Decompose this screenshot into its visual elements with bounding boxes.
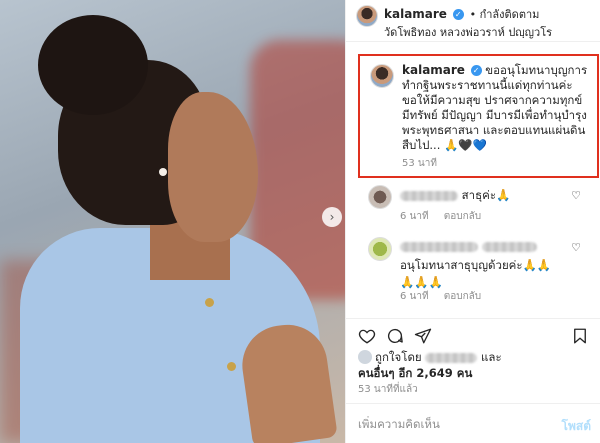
likes-count: 2,649 xyxy=(416,366,453,380)
pray-emoji-icon: 🙏 xyxy=(444,138,459,152)
comment-item: สาธุค่ะ🙏 ♡ 6 นาที ตอบกลับ xyxy=(346,183,600,228)
following-status[interactable]: • กำลังติดตาม xyxy=(470,8,540,21)
blue-heart-emoji-icon: 💙 xyxy=(472,138,488,152)
commenter-avatar[interactable] xyxy=(368,237,392,261)
black-heart-emoji-icon: 🖤 xyxy=(458,138,473,152)
post-header: kalamare ✓ • กำลังติดตาม วัดโพธิทอง หลวง… xyxy=(346,0,600,42)
author-line: kalamare ✓ • กำลังติดตาม xyxy=(384,5,539,23)
likes-prefix: ถูกใจโดย xyxy=(375,350,422,364)
comment-time: 6 นาที xyxy=(400,211,429,222)
likes-summary: ถูกใจโดย และ คนอื่นๆ อีก 2,649 คน xyxy=(358,349,598,381)
comment-like-heart-icon[interactable]: ♡ xyxy=(571,189,581,202)
author-avatar[interactable] xyxy=(356,5,378,27)
caption-time: 53 นาที xyxy=(402,158,437,169)
comment-text: อนุโมทนาสาธุบุญด้วยค่ะ🙏🙏 🙏🙏🙏 xyxy=(400,257,551,289)
blurred-username[interactable] xyxy=(400,190,458,201)
comment-bubble-icon[interactable] xyxy=(386,327,404,345)
comment-meta: 6 นาที ตอบกลับ xyxy=(400,209,481,224)
next-image-icon[interactable]: › xyxy=(322,207,342,227)
caption-avatar[interactable] xyxy=(370,64,394,88)
caption-username[interactable]: kalamare xyxy=(402,63,465,77)
post-comment-button[interactable]: โพสต์ xyxy=(562,417,591,436)
photo-face xyxy=(168,92,258,242)
photo-earring xyxy=(159,168,167,176)
comment-text-line: อนุโมทนาสาธุบุญด้วยค่ะ🙏🙏 xyxy=(400,258,552,272)
like-heart-icon[interactable] xyxy=(358,327,376,345)
post-actions-bar xyxy=(346,318,600,348)
photo-dress-button xyxy=(227,362,236,371)
verified-badge-icon: ✓ xyxy=(452,9,464,20)
post-location[interactable]: วัดโพธิทอง หลวงพ่อวราห์ ปญฺญวโร xyxy=(384,23,552,41)
photo-praying-hands xyxy=(237,319,338,443)
caption-text-block: kalamare ✓ ขออนุโมทนาบุญการทำกฐินพระราชท… xyxy=(402,63,590,153)
likes-others-link[interactable]: คนอื่นๆ อีก 2,649 คน xyxy=(358,366,472,380)
blurred-comment-text xyxy=(481,241,537,252)
post-side-panel: kalamare ✓ • กำลังติดตาม วัดโพธิทอง หลวง… xyxy=(345,0,600,443)
likes-and: และ xyxy=(480,350,502,364)
comment-reply-button[interactable]: ตอบกลับ xyxy=(444,291,481,302)
liker-avatar[interactable] xyxy=(358,350,372,364)
comment-meta: 6 นาที ตอบกลับ xyxy=(400,289,481,304)
blurred-liker-name[interactable] xyxy=(425,352,478,363)
comment-line xyxy=(400,239,537,253)
comment-reply-button[interactable]: ตอบกลับ xyxy=(444,211,481,222)
comment-item: ♡ อนุโมทนาสาธุบุญด้วยค่ะ🙏🙏 🙏🙏🙏 6 นาที ตอ… xyxy=(346,235,600,305)
likes-suffix: คน xyxy=(456,366,473,380)
photo-dress-button xyxy=(205,298,214,307)
comment-time: 6 นาที xyxy=(400,291,429,302)
comment-like-heart-icon[interactable]: ♡ xyxy=(571,241,581,254)
verified-badge-icon: ✓ xyxy=(470,65,482,76)
post-timestamp[interactable]: 53 นาทีที่แล้ว xyxy=(358,382,418,397)
bookmark-icon[interactable] xyxy=(571,327,589,345)
commenter-avatar[interactable] xyxy=(368,185,392,209)
comment-line: สาธุค่ะ🙏 xyxy=(400,187,510,205)
comment-text: สาธุค่ะ🙏 xyxy=(461,188,511,202)
photo-hair-bun xyxy=(38,15,148,115)
comment-text-line: 🙏🙏🙏 xyxy=(400,275,443,289)
author-username[interactable]: kalamare xyxy=(384,7,447,21)
caption-highlight: kalamare ✓ ขออนุโมทนาบุญการทำกฐินพระราชท… xyxy=(358,54,599,178)
comment-input[interactable] xyxy=(358,415,548,433)
add-comment-bar: โพสต์ xyxy=(346,403,600,443)
blurred-username[interactable] xyxy=(400,241,478,252)
share-send-icon[interactable] xyxy=(414,327,432,345)
post-photo[interactable]: › xyxy=(0,0,345,443)
likes-others-label: คนอื่นๆ อีก xyxy=(358,366,413,380)
